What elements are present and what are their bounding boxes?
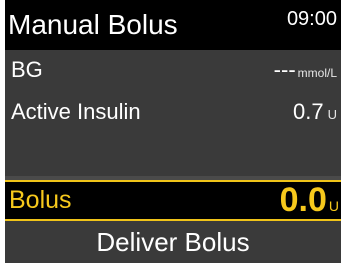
- bg-row: BG --- mmol/L: [5, 52, 341, 92]
- bolus-value: 0.0: [279, 181, 327, 219]
- deliver-bolus-button[interactable]: Deliver Bolus: [5, 221, 341, 263]
- active-insulin-value: 0.7: [293, 99, 324, 124]
- active-insulin-value-group: 0.7 U: [293, 98, 337, 129]
- bolus-amount-field[interactable]: Bolus 0.0 U: [5, 180, 341, 221]
- header-bar: Manual Bolus 09:00: [5, 0, 341, 50]
- clock: 09:00: [286, 8, 337, 30]
- active-insulin-row: Active Insulin 0.7 U: [5, 94, 341, 134]
- active-insulin-unit: U: [327, 107, 337, 122]
- info-panel: BG --- mmol/L Active Insulin 0.7 U: [5, 50, 341, 176]
- bg-value-group: --- mmol/L: [274, 56, 337, 87]
- screen-title: Manual Bolus: [8, 9, 178, 40]
- bg-unit: mmol/L: [297, 66, 337, 80]
- bolus-value-group: 0.0 U: [280, 180, 339, 220]
- bolus-unit: U: [328, 198, 339, 214]
- bolus-label: Bolus: [9, 186, 72, 214]
- bg-value: ---: [273, 57, 296, 82]
- pump-screen: Manual Bolus 09:00 BG --- mmol/L Active I…: [5, 0, 341, 263]
- active-insulin-label: Active Insulin: [11, 99, 141, 124]
- bg-label: BG: [11, 57, 43, 82]
